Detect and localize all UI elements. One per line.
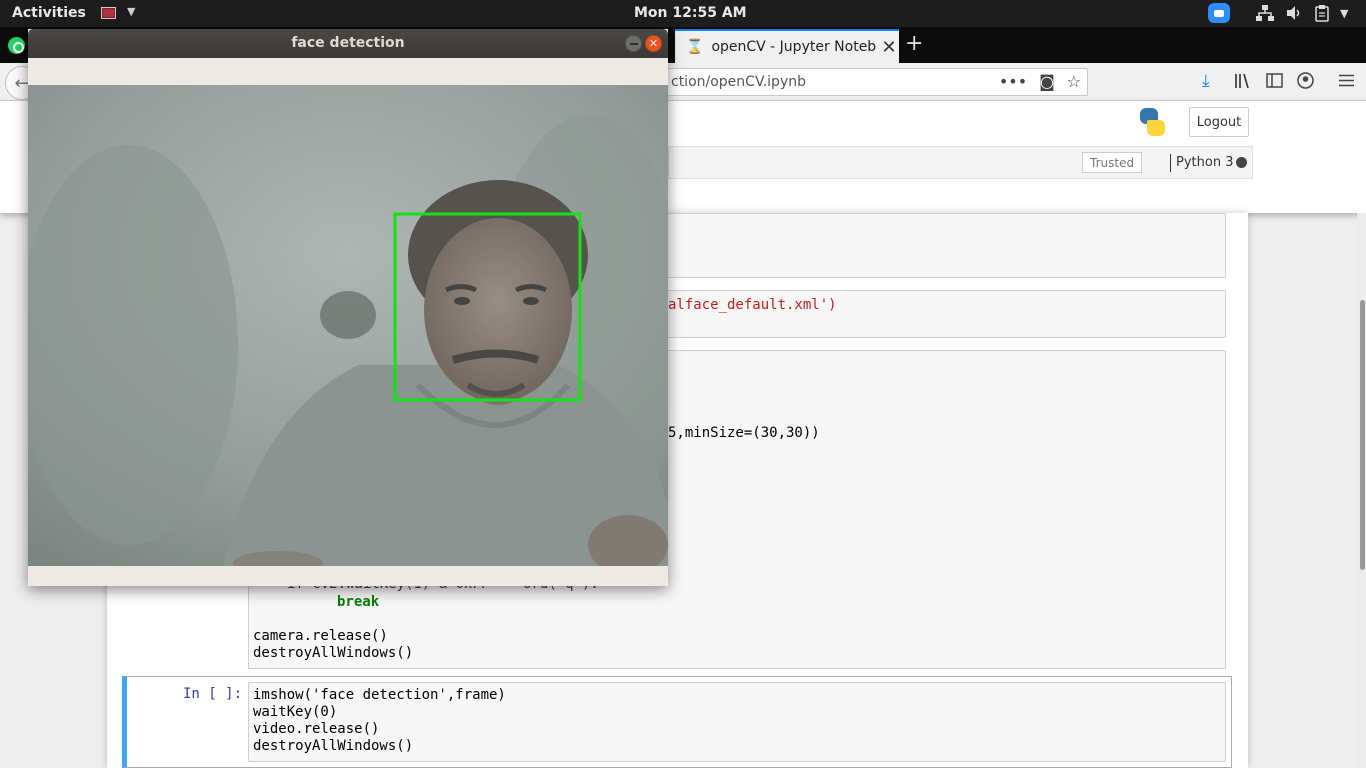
webcam-frame	[28, 85, 668, 566]
zoom-icon[interactable]	[1208, 3, 1230, 23]
trusted-indicator[interactable]: Trusted	[1082, 152, 1143, 173]
chevron-down-icon[interactable]: ▼	[127, 5, 135, 18]
cell-prompt: In [ ]:	[183, 686, 243, 702]
code-line: destroyAllWindows()	[253, 738, 414, 754]
page-actions-icon[interactable]: •••	[999, 72, 1027, 91]
network-icon[interactable]	[1256, 5, 1274, 21]
code-line: imshow('face detection',frame)	[253, 687, 506, 703]
url-bar[interactable]: ction/openCV.ipynb ••• ◙ ☆	[640, 68, 1088, 96]
scrollbar-thumb[interactable]	[1360, 300, 1365, 570]
python-logo-icon	[1138, 107, 1166, 137]
volume-icon[interactable]	[1286, 5, 1302, 21]
kernel-name[interactable]: Python 3	[1176, 155, 1233, 170]
hamburger-menu-icon[interactable]	[1339, 74, 1354, 87]
gnome-top-bar: Activities ▼ Mon 12:55 AM	[0, 0, 1366, 27]
bookmark-star-icon[interactable]: ☆	[1067, 72, 1081, 91]
code-cell-input[interactable]	[640, 213, 1226, 278]
window-titlebar[interactable]: face detection ✕	[28, 29, 668, 58]
pocket-icon[interactable]: ◙	[1039, 72, 1055, 91]
keyboard-layout-flag-icon[interactable]	[101, 7, 116, 19]
new-tab-button[interactable]: +	[905, 31, 923, 56]
system-menu-chevron-icon[interactable]: ▼	[1340, 4, 1348, 22]
logout-button[interactable]: Logout	[1189, 107, 1249, 137]
sidebar-icon[interactable]	[1266, 73, 1283, 88]
code-line: video.release()	[253, 721, 380, 737]
code-line: camera.release()	[253, 628, 388, 644]
window-title: face detection	[291, 35, 405, 51]
kernel-status-icon	[1236, 157, 1247, 168]
notebook-toolbar	[668, 146, 1253, 179]
account-icon[interactable]	[1297, 72, 1314, 89]
clipboard-icon[interactable]	[1315, 4, 1331, 22]
tab-opencv-notebook[interactable]: ⌛ openCV - Jupyter Notebook ✕	[675, 29, 899, 63]
tab-title: openCV - Jupyter Notebook	[711, 39, 877, 55]
code-line: waitKey(0)	[253, 704, 338, 720]
url-text: ction/openCV.ipynb	[671, 74, 806, 90]
code-line: destroyAllWindows()	[253, 645, 414, 661]
code-line: alface_default.xml')	[668, 297, 837, 313]
code-line: 5,minSize=(30,30))	[668, 425, 820, 441]
whatsapp-icon[interactable]	[8, 37, 25, 54]
downloads-icon[interactable]: ⤓	[1202, 71, 1210, 91]
clock[interactable]: Mon 12:55 AM	[634, 5, 747, 21]
kernel-separator	[1170, 154, 1171, 172]
library-icon[interactable]	[1234, 73, 1251, 89]
hourglass-icon: ⌛	[686, 39, 704, 55]
close-icon[interactable]: ✕	[645, 35, 662, 52]
code-line: break	[337, 594, 380, 610]
webcam-image	[28, 85, 668, 566]
close-tab-icon[interactable]: ✕	[881, 37, 896, 58]
activities-button[interactable]: Activities	[12, 5, 86, 21]
face-detection-window[interactable]: face detection ✕	[28, 29, 668, 586]
minimize-icon[interactable]	[625, 35, 642, 52]
